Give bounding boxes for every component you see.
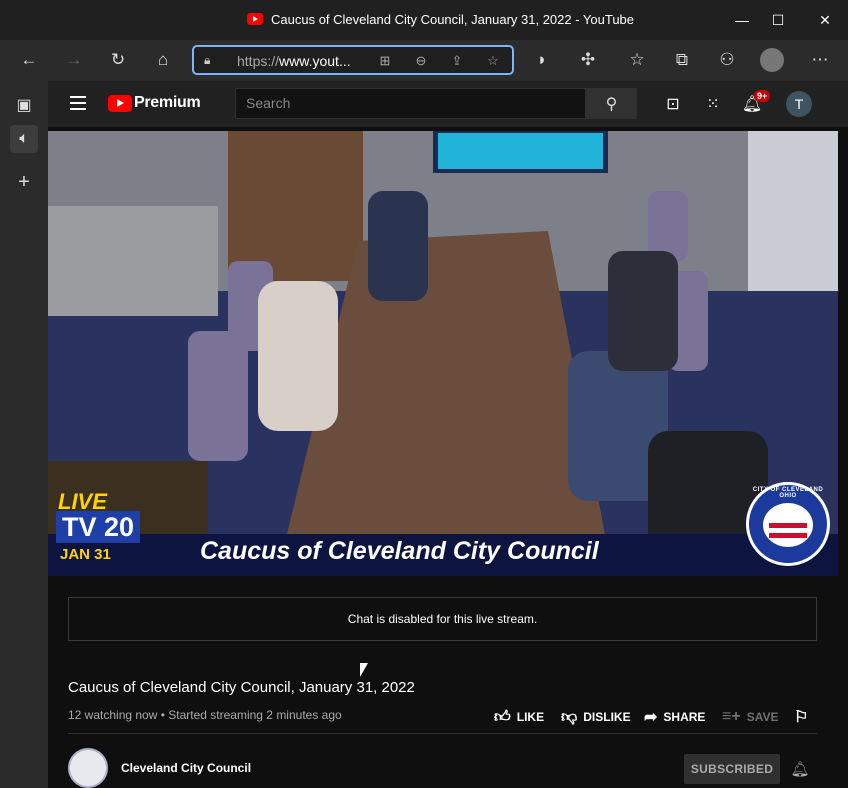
playlist-add-icon: ≡+ (722, 708, 741, 725)
chat-disabled-message: Chat is disabled for this live stream. (347, 612, 538, 626)
favorites-icon[interactable]: ☆ (625, 48, 649, 72)
chat-disabled-box: Chat is disabled for this live stream. (68, 597, 817, 641)
browser-sidebar: ▣ 🔈︎ + (0, 81, 48, 788)
share-arrow-icon: ➦ (644, 709, 658, 726)
search-input[interactable]: Search (235, 88, 586, 119)
maximize-button[interactable]: ☐ (766, 8, 790, 32)
lock-icon: 🔒︎ (204, 53, 211, 67)
live-tv20-logo: LIVE TV 20 JAN 31 (56, 489, 146, 567)
new-tab-button[interactable]: + (10, 168, 38, 196)
home-button[interactable]: ⌂ (151, 48, 175, 72)
video-player[interactable]: LIVE TV 20 JAN 31 Caucus of Cleveland Ci… (48, 131, 838, 576)
close-button[interactable]: ✕ (813, 8, 837, 32)
thumbs-down-icon: 👎︎ (561, 708, 578, 726)
channel-name[interactable]: Cleveland City Council (121, 761, 251, 775)
video-meta: 12 watching now • Started streaming 2 mi… (68, 708, 342, 722)
add-favorite-icon[interactable]: ☆ (484, 52, 502, 70)
city-seal-logo: CITY OF CLEVELAND OHIO (746, 482, 830, 566)
window-title: Caucus of Cleveland City Council, Januar… (271, 12, 635, 27)
window-titlebar: Caucus of Cleveland City Council, Januar… (0, 0, 848, 40)
share-button[interactable]: ➦ SHARE (644, 707, 705, 727)
save-button[interactable]: ≡+ SAVE (722, 707, 778, 727)
app-available-icon[interactable]: ⊞ (376, 52, 394, 70)
search-icon: ⚲ (605, 95, 618, 113)
search-button[interactable]: ⚲ (586, 88, 637, 119)
seal-text: CITY OF CLEVELAND OHIO (752, 487, 824, 499)
thumbs-up-icon: 👍︎ (494, 708, 511, 726)
extensions-icon[interactable]: ✣ (576, 48, 600, 72)
youtube-brand[interactable]: Premium (134, 94, 201, 112)
mouse-cursor-icon (360, 663, 368, 677)
tab-actions-icon[interactable]: ▣ (10, 91, 38, 119)
flag-icon: ⚐ (794, 709, 809, 726)
collections-icon[interactable]: ⧉ (670, 48, 694, 72)
subscribed-button[interactable]: SUBSCRIBED (684, 754, 780, 784)
apps-grid-icon[interactable]: ⁙ (701, 92, 725, 116)
video-title: Caucus of Cleveland City Council, Januar… (68, 679, 415, 696)
dislike-button[interactable]: 👎︎ DISLIKE (561, 707, 631, 727)
channel-avatar[interactable] (68, 748, 108, 788)
user-avatar[interactable]: T (786, 91, 812, 117)
minimize-button[interactable]: — (730, 8, 754, 32)
youtube-favicon-icon (247, 13, 263, 25)
youtube-header: Premium Search ⚲ ⊡ ⁙ 🔔︎ 9+ T (48, 81, 848, 127)
zoom-icon[interactable]: ⊖ (412, 52, 430, 70)
video-frame (48, 131, 838, 576)
divider (68, 733, 817, 734)
performance-icon[interactable]: ⚇ (715, 48, 739, 72)
more-options-icon[interactable]: ⋯ (808, 48, 832, 72)
refresh-button[interactable]: ↻ (106, 48, 130, 72)
tab-audio-icon[interactable]: 🔈︎ (10, 125, 38, 153)
share-page-icon[interactable]: ⇪ (448, 52, 466, 70)
address-bar[interactable]: 🔒︎ https://www.yout... ⊞ ⊖ ⇪ ☆ (192, 45, 514, 75)
forward-button[interactable]: → (62, 48, 86, 72)
notification-badge: 9+ (754, 90, 771, 102)
back-button[interactable]: ← (17, 48, 41, 72)
profile-avatar[interactable] (760, 48, 784, 72)
url-text: https://www.yout... (237, 53, 351, 69)
banner-title: Caucus of Cleveland City Council (200, 537, 599, 565)
browser-essentials-icon[interactable]: ◗ (530, 48, 554, 72)
create-video-icon[interactable]: ⊡ (661, 92, 685, 116)
date-label: JAN 31 (60, 546, 111, 563)
youtube-logo-icon[interactable] (108, 95, 132, 112)
tv20-label: TV 20 (56, 511, 140, 543)
menu-icon[interactable] (70, 96, 86, 110)
report-flag-button[interactable]: ⚐ (794, 707, 814, 727)
like-button[interactable]: 👍︎ LIKE (494, 707, 544, 727)
channel-notification-bell-icon[interactable]: 🔔︎ (790, 759, 810, 779)
